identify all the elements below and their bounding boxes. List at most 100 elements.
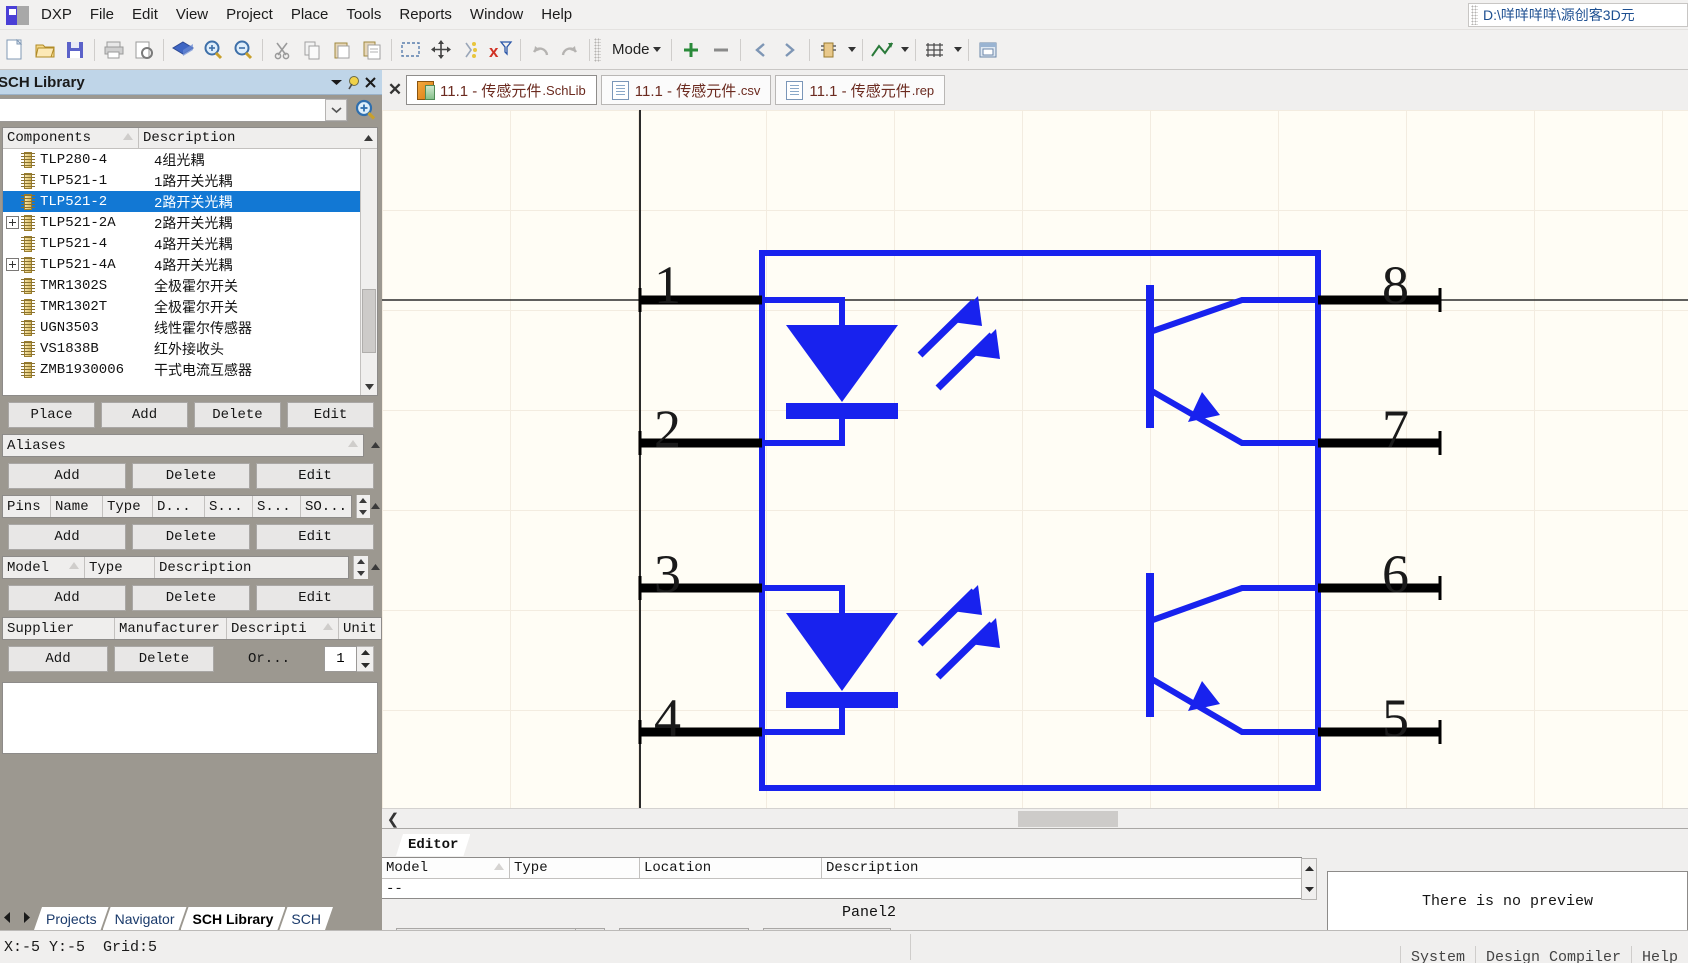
column-header-model[interactable]: Model xyxy=(382,858,510,878)
list-item[interactable]: TLP521-4 4路开关光耦 xyxy=(3,233,377,254)
canvas-horizontal-scrollbar[interactable]: ❮ xyxy=(382,808,1688,828)
pin-delete-button[interactable]: Delete xyxy=(132,524,250,550)
deselect-icon[interactable] xyxy=(456,35,486,65)
open-folder-icon[interactable] xyxy=(30,35,60,65)
add-component-button[interactable]: Add xyxy=(101,402,188,428)
save-icon[interactable] xyxy=(60,35,90,65)
schematic-canvas[interactable]: 1 2 3 4 8 7 6 5 ❮ xyxy=(382,110,1688,828)
menu-reports[interactable]: Reports xyxy=(390,3,461,26)
menu-window[interactable]: Window xyxy=(461,3,532,26)
column-header-pin-s2[interactable]: S... xyxy=(253,496,301,517)
column-header-manufacturer[interactable]: Manufacturer xyxy=(115,618,227,639)
model-table[interactable]: Model Type Location Description -- xyxy=(382,857,1317,900)
zoom-out-icon[interactable] xyxy=(228,35,258,65)
components-list[interactable]: TLP280-4 4组光耦 TLP521-1 1路开关光耦 TLP521-2 2路开关光耦… xyxy=(3,149,377,395)
document-tab[interactable]: 11.1 - 传感元件 .csv xyxy=(600,75,772,105)
panel-dropdown-icon[interactable] xyxy=(328,74,345,91)
column-header-aliases[interactable]: Aliases xyxy=(3,435,363,456)
order-quantity-input[interactable]: 1 xyxy=(324,646,357,672)
list-item[interactable]: TMR1302T 全极霍尔开关 xyxy=(3,296,377,317)
library-browse-icon[interactable] xyxy=(973,35,1003,65)
pins-scroll-up-icon[interactable] xyxy=(357,495,369,507)
menu-file[interactable]: File xyxy=(81,3,123,26)
document-tab[interactable]: 11.1 - 传感元件 .rep xyxy=(775,75,946,105)
model-add-button[interactable]: Add xyxy=(8,585,126,611)
models-spinner[interactable] xyxy=(353,556,368,579)
column-header-type[interactable]: Type xyxy=(510,858,640,878)
column-header-model-type[interactable]: Type xyxy=(85,557,155,578)
list-item[interactable]: ZMB1930006 干式电流互感器 xyxy=(3,359,377,380)
grid-settings-dropdown[interactable] xyxy=(950,35,964,65)
pins-scroll-down-icon[interactable] xyxy=(357,507,369,519)
list-item[interactable]: TMR1302S 全极霍尔开关 xyxy=(3,275,377,296)
cut-icon[interactable] xyxy=(267,35,297,65)
model-scroll-down-icon[interactable] xyxy=(1302,879,1316,899)
board-3d-icon[interactable] xyxy=(168,35,198,65)
place-button[interactable]: Place xyxy=(8,402,95,428)
print-preview-icon[interactable] xyxy=(129,35,159,65)
pins-spinner[interactable] xyxy=(356,495,370,519)
search-magnifier-icon[interactable] xyxy=(352,97,378,123)
panel-tab-prev-icon[interactable] xyxy=(3,911,13,926)
components-scroll-down-icon[interactable] xyxy=(361,378,377,395)
select-area-icon[interactable] xyxy=(396,35,426,65)
column-header-description[interactable]: Description xyxy=(822,858,1301,878)
delete-component-button[interactable]: Delete xyxy=(194,402,281,428)
clear-filter-icon[interactable]: x xyxy=(486,35,516,65)
components-scroll-thumb[interactable] xyxy=(362,289,376,353)
canvas-scroll-left-icon[interactable]: ❮ xyxy=(382,810,404,828)
list-item[interactable]: TLP521-2A 2路开关光耦 xyxy=(3,212,377,233)
column-header-pin-type[interactable]: Type xyxy=(103,496,153,517)
column-header-description[interactable]: Description xyxy=(139,128,360,148)
place-line-icon[interactable] xyxy=(867,35,897,65)
table-row[interactable]: -- xyxy=(382,879,1301,899)
expand-icon[interactable] xyxy=(6,258,19,271)
supplier-delete-button[interactable]: Delete xyxy=(114,646,214,672)
models-panel-scroll-up-icon[interactable] xyxy=(368,556,382,579)
add-part-icon[interactable] xyxy=(676,35,706,65)
undo-icon[interactable] xyxy=(525,35,555,65)
grid-settings-icon[interactable] xyxy=(920,35,950,65)
edit-component-button[interactable]: Edit xyxy=(287,402,374,428)
models-scroll-down-icon[interactable] xyxy=(354,568,368,580)
schematic-symbol-tlp521-2[interactable] xyxy=(382,110,1688,810)
menu-help[interactable]: Help xyxy=(532,3,581,26)
list-item[interactable]: TLP521-2 2路开关光耦 xyxy=(3,191,377,212)
place-component-icon[interactable] xyxy=(814,35,844,65)
menu-project[interactable]: Project xyxy=(217,3,282,26)
previous-part-icon[interactable] xyxy=(745,35,775,65)
paste-special-icon[interactable] xyxy=(357,35,387,65)
list-item[interactable]: VS1838B 红外接收头 xyxy=(3,338,377,359)
column-header-supplier-description[interactable]: Descripti xyxy=(227,618,339,639)
menu-edit[interactable]: Edit xyxy=(123,3,167,26)
search-input[interactable] xyxy=(0,100,325,120)
panel-tab-next-icon[interactable] xyxy=(21,911,31,926)
tab-editor[interactable]: Editor xyxy=(396,834,470,856)
mode-button[interactable]: Mode xyxy=(606,38,667,61)
alias-delete-button[interactable]: Delete xyxy=(132,463,250,489)
column-header-location[interactable]: Location xyxy=(640,858,822,878)
panel-tab-sch[interactable]: SCH xyxy=(279,907,333,930)
list-item[interactable]: TLP521-4A 4路开关光耦 xyxy=(3,254,377,275)
panel-close-icon[interactable] xyxy=(362,74,379,91)
column-header-supplier[interactable]: Supplier xyxy=(3,618,115,639)
move-icon[interactable] xyxy=(426,35,456,65)
status-button-help[interactable]: Help xyxy=(1630,946,1688,963)
panel-tab-projects[interactable]: Projects xyxy=(34,907,109,930)
list-item[interactable]: TLP521-1 1路开关光耦 xyxy=(3,170,377,191)
place-component-dropdown[interactable] xyxy=(844,35,858,65)
expand-icon[interactable] xyxy=(6,216,19,229)
alias-add-button[interactable]: Add xyxy=(8,463,126,489)
paste-icon[interactable] xyxy=(327,35,357,65)
redo-icon[interactable] xyxy=(555,35,585,65)
supplier-add-button[interactable]: Add xyxy=(8,646,108,672)
next-part-icon[interactable] xyxy=(775,35,805,65)
list-item[interactable]: TLP280-4 4组光耦 xyxy=(3,149,377,170)
document-tab[interactable]: 11.1 - 传感元件 .SchLib xyxy=(406,75,597,105)
new-document-icon[interactable] xyxy=(0,35,30,65)
place-line-dropdown[interactable] xyxy=(897,35,911,65)
model-edit-button[interactable]: Edit xyxy=(256,585,374,611)
column-header-pin-s1[interactable]: S... xyxy=(205,496,253,517)
drag-handle-icon[interactable] xyxy=(1471,5,1478,25)
column-header-model[interactable]: Model xyxy=(3,557,85,578)
